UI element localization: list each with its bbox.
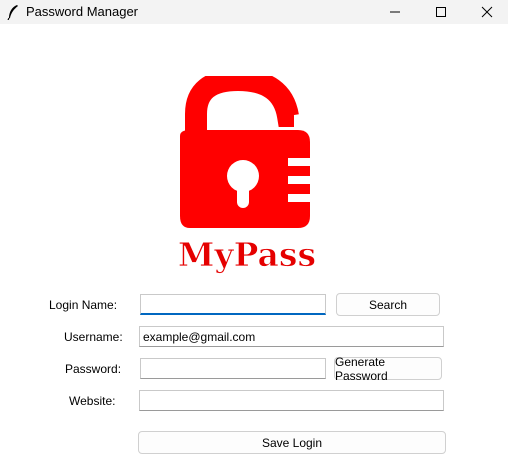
window-title: Password Manager	[26, 4, 138, 19]
close-icon	[481, 6, 493, 18]
maximize-button[interactable]	[418, 0, 464, 24]
minimize-icon	[390, 11, 400, 13]
password-label: Password:	[65, 362, 122, 376]
minimize-button[interactable]	[372, 0, 418, 24]
username-input[interactable]	[139, 326, 444, 347]
maximize-icon	[436, 7, 446, 17]
feather-icon	[7, 5, 18, 20]
login-name-label: Login Name:	[49, 298, 118, 312]
password-input[interactable]	[140, 358, 326, 379]
open-padlock-icon	[180, 76, 310, 228]
mypass-logo: MyPass	[178, 76, 316, 274]
title-bar: Password Manager	[0, 0, 508, 24]
search-button[interactable]: Search	[336, 293, 440, 316]
close-button[interactable]	[464, 0, 508, 24]
username-label: Username:	[64, 330, 123, 344]
logo-text: MyPass	[178, 235, 316, 274]
website-input[interactable]	[139, 390, 444, 411]
generate-password-button[interactable]: Generate Password	[334, 355, 442, 383]
login-name-input[interactable]	[140, 294, 326, 315]
website-label: Website:	[69, 394, 116, 408]
save-login-button[interactable]: Save Login	[138, 431, 446, 454]
